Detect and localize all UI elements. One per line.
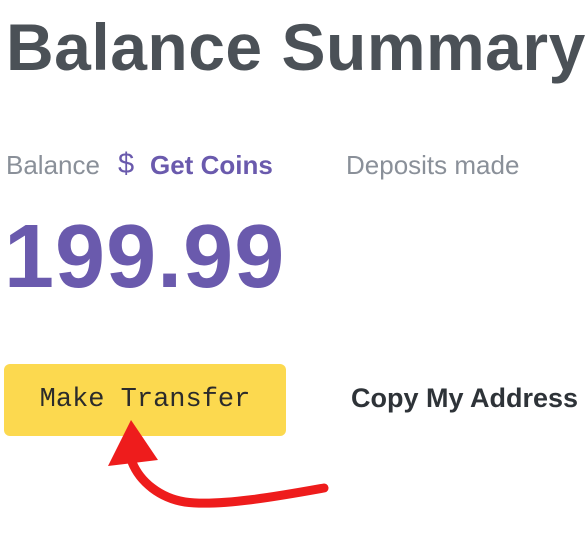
deposits-made-label: Deposits made: [346, 150, 520, 180]
make-transfer-button[interactable]: Make Transfer: [4, 364, 286, 436]
balance-amount: 199.99: [4, 207, 286, 307]
arrow-shaft: [127, 457, 329, 508]
dollar-icon: $: [118, 148, 135, 180]
balance-label: Balance: [6, 150, 100, 180]
page-title: Balance Summary: [6, 10, 586, 84]
get-coins-link[interactable]: Get Coins: [150, 152, 273, 178]
copy-address-button[interactable]: Copy My Address: [351, 385, 578, 412]
